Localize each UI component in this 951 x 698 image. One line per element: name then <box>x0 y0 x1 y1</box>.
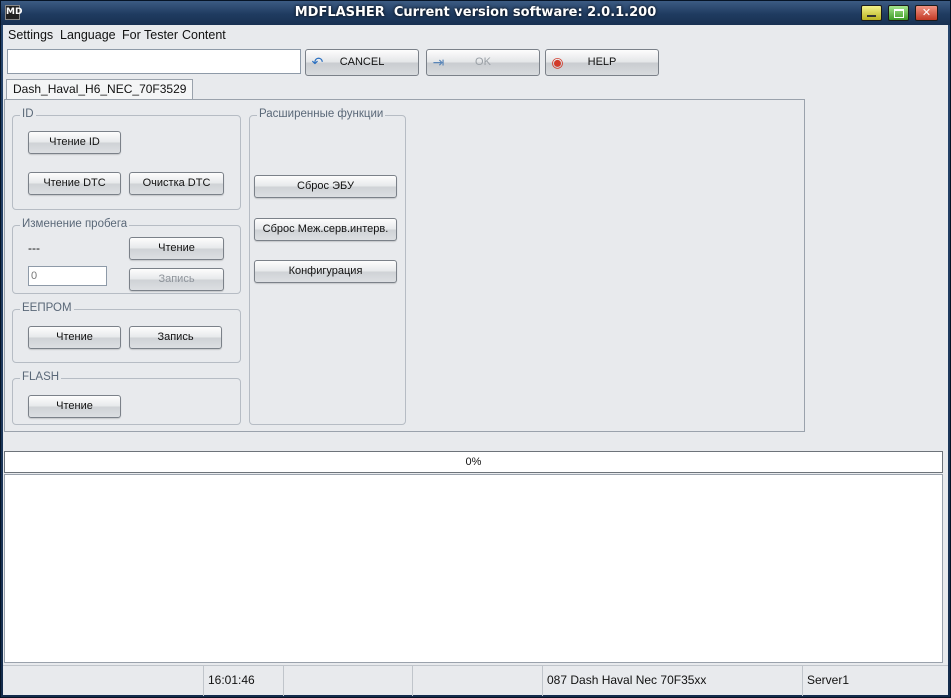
menu-language[interactable]: Language <box>60 28 116 42</box>
mileage-read-button[interactable]: Чтение <box>129 237 224 260</box>
group-eeprom: EEПРОМ Чтение Запись <box>12 302 241 363</box>
menu-settings[interactable]: Settings <box>8 28 53 42</box>
eeprom-write-button[interactable]: Запись <box>129 326 222 349</box>
group-mileage-label: Изменение пробега <box>20 218 130 230</box>
menu-for-tester[interactable]: For Tester <box>122 28 178 42</box>
app-window: MD MDFLASHER Current version software: 2… <box>0 0 951 698</box>
read-dtc-button[interactable]: Чтение DTC <box>28 172 121 195</box>
undo-arrow-icon: ↶ <box>311 54 324 70</box>
read-id-button[interactable]: Чтение ID <box>28 131 121 154</box>
status-device: 087 Dash Haval Nec 70F35xx <box>542 666 802 696</box>
path-input[interactable] <box>7 49 301 74</box>
menu-bar: Settings Language For Tester Content <box>3 25 948 45</box>
reset-service-interval-button[interactable]: Сброс Меж.серв.интерв. <box>254 218 397 241</box>
cancel-button[interactable]: ↶ CANCEL <box>305 49 419 76</box>
tab-panel: ID Чтение ID Чтение DTC Очистка DTC Изме… <box>4 99 805 432</box>
group-flash-label: FLASH <box>20 371 62 383</box>
close-button[interactable] <box>915 5 938 21</box>
group-mileage: Изменение пробега --- Чтение Запись <box>12 218 241 294</box>
group-advanced: Расширенные функции Сброс ЭБУ Сброс Меж.… <box>249 108 406 425</box>
status-bar: 16:01:46 087 Dash Haval Nec 70F35xx Serv… <box>3 665 948 696</box>
reset-ecu-button[interactable]: Сброс ЭБУ <box>254 175 397 198</box>
status-server: Server1 <box>802 666 948 696</box>
group-flash: FLASH Чтение <box>12 371 241 425</box>
tab-dash-haval[interactable]: Dash_Haval_H6_NEC_70F3529 <box>6 79 194 100</box>
mileage-value: --- <box>28 241 40 255</box>
log-area[interactable] <box>4 474 943 663</box>
mileage-input[interactable] <box>28 266 107 286</box>
lifebuoy-icon: ◉ <box>551 54 564 70</box>
progress-bar: 0% <box>4 451 943 473</box>
flash-read-button[interactable]: Чтение <box>28 395 121 418</box>
client-area: Settings Language For Tester Content ↶ C… <box>3 25 948 696</box>
status-time: 16:01:46 <box>203 666 283 696</box>
mileage-write-button[interactable]: Запись <box>129 268 224 291</box>
group-eeprom-label: EEПРОМ <box>20 302 74 314</box>
status-cell-empty-2 <box>283 666 412 696</box>
enter-door-icon: ⇥ <box>432 54 445 70</box>
clear-dtc-button[interactable]: Очистка DTC <box>129 172 224 195</box>
eeprom-read-button[interactable]: Чтение <box>28 326 121 349</box>
menu-content[interactable]: Content <box>182 28 226 42</box>
ok-label: OK <box>475 56 491 68</box>
help-label: HELP <box>587 56 617 68</box>
status-cell-empty-1 <box>3 666 203 696</box>
progress-text: 0% <box>465 456 482 468</box>
help-button[interactable]: ◉ HELP <box>545 49 659 76</box>
group-advanced-label: Расширенные функции <box>257 108 386 120</box>
status-cell-empty-3 <box>412 666 542 696</box>
minimize-button[interactable] <box>861 5 882 21</box>
title-bar[interactable]: MD MDFLASHER Current version software: 2… <box>1 1 950 25</box>
group-id-label: ID <box>20 108 36 120</box>
cancel-label: CANCEL <box>339 56 385 68</box>
configuration-button[interactable]: Конфигурация <box>254 260 397 283</box>
ok-button[interactable]: ⇥ OK <box>426 49 540 76</box>
group-id: ID Чтение ID Чтение DTC Очистка DTC <box>12 108 241 210</box>
maximize-button[interactable] <box>888 5 909 21</box>
window-title: MDFLASHER Current version software: 2.0.… <box>294 5 657 20</box>
